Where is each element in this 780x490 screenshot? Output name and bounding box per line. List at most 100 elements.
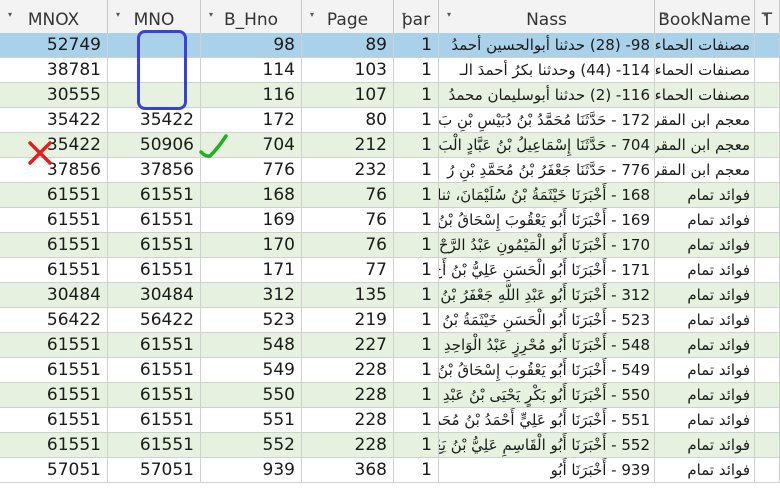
cell-nass[interactable]: 939 - أَخْبَرَنَا أَبُو: [439, 458, 655, 482]
cell-mnox[interactable]: 30555: [0, 83, 108, 107]
cell-par[interactable]: 1: [394, 308, 439, 332]
cell-nass[interactable]: 114- (44) وحدثنا بكرُ أحمدَ الـ: [439, 58, 655, 82]
column-header-t[interactable]: ▾ T: [755, 0, 780, 33]
chevron-down-icon[interactable]: ▾: [4, 9, 16, 21]
cell-par[interactable]: 1: [394, 408, 439, 432]
cell-page[interactable]: 76: [302, 208, 394, 232]
cell-nass[interactable]: 98- (28) حدثنا أبوالحسين أحمدُ: [439, 33, 655, 57]
cell-nass[interactable]: 549 - أَخْبَرَنَا أَبُو يَعْقُوبَ إِسْحَ…: [439, 358, 655, 382]
cell-bhno[interactable]: 312: [201, 283, 302, 307]
chevron-down-icon[interactable]: ▾: [205, 9, 217, 21]
column-header-bhno[interactable]: ▾ B_Hno: [201, 0, 302, 33]
cell-page[interactable]: 212: [302, 133, 394, 157]
cell-page[interactable]: 228: [302, 383, 394, 407]
cell-mno[interactable]: 61551: [108, 183, 201, 207]
cell-mnox[interactable]: 37856: [0, 158, 108, 182]
table-row[interactable]: 61551 61551 551 228 1 551 - أَخْبَرَنَا أَبُو…: [0, 408, 780, 433]
cell-book[interactable]: فوائد تمام: [655, 433, 755, 457]
cell-book[interactable]: فوائد تمام: [655, 258, 755, 282]
cell-mnox[interactable]: 61551: [0, 233, 108, 257]
cell-mnox[interactable]: 35422: [0, 108, 108, 132]
cell-t[interactable]: [755, 133, 780, 157]
cell-par[interactable]: 1: [394, 458, 439, 482]
table-row[interactable]: 56422 56422 523 219 1 523 - أَخْبَرَنَا أَبُو…: [0, 308, 780, 333]
cell-mno[interactable]: 37856: [108, 158, 201, 182]
cell-par[interactable]: 1: [394, 108, 439, 132]
table-row[interactable]: 35422 50906 704 212 1 704 - حَدَّثَنَا إِسْمَ…: [0, 133, 780, 158]
cell-nass[interactable]: 552 - أَخْبَرَنَا أَبُو الْقَاسِمِ عَلِي…: [439, 433, 655, 457]
cell-mno[interactable]: 57051: [108, 458, 201, 482]
cell-t[interactable]: [755, 383, 780, 407]
chevron-down-icon[interactable]: ▾: [112, 9, 124, 21]
cell-page[interactable]: 228: [302, 433, 394, 457]
cell-mnox[interactable]: 56422: [0, 308, 108, 332]
cell-mnox[interactable]: 61551: [0, 258, 108, 282]
column-header-page[interactable]: ▾ Page: [302, 0, 394, 33]
cell-page[interactable]: 103: [302, 58, 394, 82]
cell-nass[interactable]: 168 - أَخْبَرَنَا خَيْثَمَةُ بْنُ سُلَيْ…: [439, 183, 655, 207]
cell-nass[interactable]: 548 - أَخْبَرَنَا أَبُو مُحْرِزٍ عَبْدُ …: [439, 333, 655, 357]
cell-mnox[interactable]: 38781: [0, 58, 108, 82]
cell-t[interactable]: [755, 108, 780, 132]
chevron-down-icon[interactable]: ▾: [659, 9, 671, 21]
cell-t[interactable]: [755, 33, 780, 57]
cell-bhno[interactable]: 169: [201, 208, 302, 232]
cell-par[interactable]: 1: [394, 158, 439, 182]
cell-book[interactable]: فوائد تمام: [655, 408, 755, 432]
cell-mno[interactable]: 61551: [108, 408, 201, 432]
cell-page[interactable]: 76: [302, 233, 394, 257]
cell-nass[interactable]: 169 - أَخْبَرَنَا أَبُو يَعْقُوبَ إِسْحَ…: [439, 208, 655, 232]
cell-mno[interactable]: 61551: [108, 383, 201, 407]
cell-mnox[interactable]: 30484: [0, 283, 108, 307]
cell-mno[interactable]: 35422: [108, 108, 201, 132]
cell-t[interactable]: [755, 408, 780, 432]
cell-bhno[interactable]: 939: [201, 458, 302, 482]
cell-mnox[interactable]: 35422: [0, 133, 108, 157]
cell-mno[interactable]: 61551: [108, 208, 201, 232]
cell-book[interactable]: معجم ابن المقر: [655, 158, 755, 182]
cell-page[interactable]: 135: [302, 283, 394, 307]
table-row[interactable]: 61551 61551 550 228 1 550 - أَخْبَرَنَا أَبُو…: [0, 383, 780, 408]
cell-page[interactable]: 80: [302, 108, 394, 132]
table-row[interactable]: 35422 35422 172 80 1 172 - حَدَّثَنَا مُحَمَّ…: [0, 108, 780, 133]
cell-page[interactable]: 232: [302, 158, 394, 182]
column-header-book[interactable]: ▾ BookName: [655, 0, 755, 33]
cell-nass[interactable]: 776 - حَدَّثَنَا جَعْفَرُ بْنُ مُحَمَّدِ…: [439, 158, 655, 182]
column-header-mnox[interactable]: ▾ MNOX: [0, 0, 108, 33]
chevron-down-icon[interactable]: ▾: [443, 9, 455, 21]
cell-book[interactable]: مصنفات الحماء: [655, 33, 755, 57]
table-row[interactable]: 61551 61551 168 76 1 168 - أَخْبَرَنَا خَيْثَ…: [0, 183, 780, 208]
cell-par[interactable]: 1: [394, 433, 439, 457]
cell-par[interactable]: 1: [394, 283, 439, 307]
cell-mnox[interactable]: 61551: [0, 208, 108, 232]
cell-par[interactable]: 1: [394, 58, 439, 82]
cell-par[interactable]: 1: [394, 258, 439, 282]
column-header-par[interactable]: ▾ par: [394, 0, 439, 33]
cell-bhno[interactable]: 168: [201, 183, 302, 207]
cell-par[interactable]: 1: [394, 333, 439, 357]
cell-mno[interactable]: 61551: [108, 258, 201, 282]
cell-book[interactable]: معجم ابن المقر: [655, 108, 755, 132]
cell-mnox[interactable]: 61551: [0, 433, 108, 457]
cell-mno[interactable]: 61551: [108, 433, 201, 457]
cell-nass[interactable]: 171 - أَخْبَرَنَا أَبُو الْحَسَنِ عَلِيُ…: [439, 258, 655, 282]
cell-t[interactable]: [755, 183, 780, 207]
table-row[interactable]: 37856 37856 776 232 1 776 - حَدَّثَنَا جَعْفَ…: [0, 158, 780, 183]
cell-bhno[interactable]: 116: [201, 83, 302, 107]
cell-book[interactable]: فوائد تمام: [655, 208, 755, 232]
table-row[interactable]: 57051 57051 939 368 1 939 - أَخْبَرَنَا أَبُو…: [0, 458, 780, 483]
cell-bhno[interactable]: 114: [201, 58, 302, 82]
cell-book[interactable]: فوائد تمام: [655, 283, 755, 307]
cell-bhno[interactable]: 170: [201, 233, 302, 257]
cell-par[interactable]: 1: [394, 133, 439, 157]
chevron-down-icon[interactable]: ▾: [398, 9, 410, 21]
cell-mnox[interactable]: 61551: [0, 408, 108, 432]
table-row[interactable]: 30484 30484 312 135 1 312 - أَخْبَرَنَا أَبُو…: [0, 283, 780, 308]
cell-bhno[interactable]: 171: [201, 258, 302, 282]
cell-page[interactable]: 76: [302, 183, 394, 207]
cell-t[interactable]: [755, 258, 780, 282]
cell-mno[interactable]: 50906: [108, 133, 201, 157]
cell-par[interactable]: 1: [394, 208, 439, 232]
chevron-down-icon[interactable]: ▾: [306, 9, 318, 21]
cell-t[interactable]: [755, 283, 780, 307]
